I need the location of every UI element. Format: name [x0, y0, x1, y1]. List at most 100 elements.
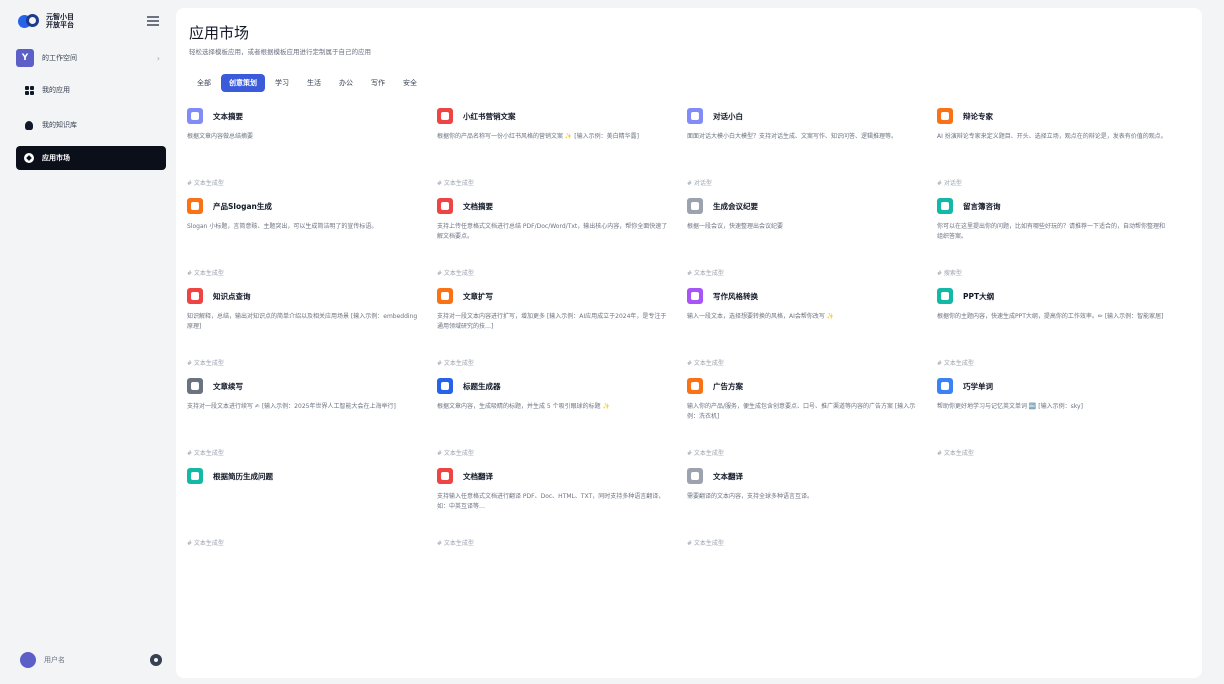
app-card-description: 根据一段会议，快速整理出会议纪要	[687, 223, 784, 230]
app-card[interactable]: 文档摘要 支持上传任意格式文档进行总结 PDF/Doc/Word/Txt，输出核心…	[437, 196, 675, 288]
app-card-header: 文章扩写	[437, 286, 675, 306]
app-card[interactable]: 对话小白 面面对话大模小白大模型？支持对话生成、文案写作、知识问答、逻辑推理等。 #…	[687, 106, 925, 198]
app-card[interactable]: 辩论专家 AI 扮演辩论专家来定义题目、开头、选择立场，观点在的辩论是，发表有价值…	[937, 106, 1175, 198]
brand-line-1: 元智小目	[46, 13, 74, 21]
tab-4[interactable]: 办公	[331, 74, 361, 92]
app-card[interactable]: 产品Slogan生成 Slogan 小标题，言简意赅、主题突出，可以生成简洁明了的…	[187, 196, 425, 288]
main-content: 应用市场 轻松选择模板应用，或者根据模板应用进行定制属于自己的应用 全部 创意策划…	[176, 8, 1202, 678]
app-card[interactable]: PPT大纲根据你的主题内容，快速生成PPT大纲，提高你的工作效率。✏ [输入示例…	[937, 286, 1175, 378]
app-card-title: 小红书营销文案	[463, 111, 516, 121]
app-card-tag: # 文本生成型	[187, 540, 224, 547]
tab-3[interactable]: 生活	[299, 74, 329, 92]
app-card-header: 根据简历生成问题	[187, 466, 425, 486]
app-card-description: 根据你的主题内容，快速生成PPT大纲，提高你的工作效率。✏ [输入示例：智能家居…	[937, 313, 1164, 320]
workspace-switcher[interactable]: Y 的工作空间 ›	[16, 47, 166, 69]
app-card[interactable]: 文章续写支持对一段文本进行续写 ✍ [输入示例：2025年世界人工智能大会在上海…	[187, 376, 425, 468]
app-card[interactable]: 标题生成器 根据文章内容，生成吸睛的标题，并生成 5 个吸引眼球的标题 ✨ # 文本…	[437, 376, 675, 468]
user-profile[interactable]: 用户名	[20, 652, 65, 668]
app-card-tag: # 文本生成型	[437, 540, 474, 547]
tab-6[interactable]: 安全	[395, 74, 425, 92]
brand-logo[interactable]: 元智小目 开放平台	[18, 12, 74, 30]
app-card-tag: # 文本生成型	[437, 270, 474, 277]
app-card-description: 根据文章内容，生成吸睛的标题，并生成 5 个吸引眼球的标题 ✨	[437, 403, 611, 410]
app-card-description: 输入你的产品/服务，便生成包含创意要点、口号、推广渠道等内容的广告方案 [输入示…	[687, 403, 916, 420]
apps-icon	[24, 85, 34, 95]
app-card-description: 输入一段文本，选择想要转换的风格，AI会帮你改写 ✨	[687, 313, 835, 320]
app-card[interactable]: 文档翻译 支持输入任意格式文档进行翻译 PDF、Doc、HTML、TXT，同时支持…	[437, 466, 675, 558]
app-card-title: 文本翻译	[713, 471, 743, 481]
app-icon	[687, 468, 703, 484]
app-card-title: 知识点查询	[213, 291, 251, 301]
app-icon	[937, 108, 953, 124]
sidebar-item-my-apps[interactable]: 我的应用	[16, 78, 166, 102]
app-card-tag: # 文本生成型	[687, 270, 724, 277]
app-icon	[937, 198, 953, 214]
app-card-tag: # 文本生成型	[187, 450, 224, 457]
app-card-header: 广告方案	[687, 376, 925, 396]
app-card-header: 知识点查询	[187, 286, 425, 306]
app-card-description: Slogan 小标题，言简意赅、主题突出，可以生成简洁明了的宣传标语。	[187, 223, 378, 230]
sidebar-item-knowledge-base[interactable]: 我的知识库	[16, 113, 166, 137]
app-card-title: 巧学单词	[963, 381, 993, 391]
gear-icon[interactable]	[150, 654, 162, 666]
app-card[interactable]: 知识点查询 知识解释，总结，输出对知识点的简单介绍以及相关应用场景 [输入示例：e…	[187, 286, 425, 378]
tab-1[interactable]: 创意策划	[221, 74, 265, 92]
app-card-description: 需要翻译的文本内容，支持全球多种语言互译。	[687, 493, 814, 500]
tab-5[interactable]: 写作	[363, 74, 393, 92]
app-card-title: 写作风格转换	[713, 291, 758, 301]
category-tabs: 全部 创意策划 学习 生活 办公 写作 安全	[189, 74, 427, 92]
app-card-title: 文档摘要	[463, 201, 493, 211]
app-icon	[187, 468, 203, 484]
app-icon	[437, 198, 453, 214]
app-card-description: 你可以在这里提出你的问题，比如有哪些好玩的？请推荐一下适合的，自动帮你整理和组织…	[937, 223, 1166, 240]
compass-icon	[24, 153, 34, 163]
app-card-title: 对话小白	[713, 111, 743, 121]
app-card-tag: # 文本生成型	[437, 180, 474, 187]
app-card[interactable]: 巧学单词帮助你更好地学习与记忆英文单词 🔤 [输入示例：sky] # 文本生成型	[937, 376, 1175, 468]
app-card-description: 支持输入任意格式文档进行翻译 PDF、Doc、HTML、TXT，同时支持多种语言…	[437, 493, 665, 510]
app-card-header: 对话小白	[687, 106, 925, 126]
app-card-header: 辩论专家	[937, 106, 1175, 126]
app-card-description: 根据文章内容做总结摘要	[187, 133, 254, 140]
app-card-description	[187, 492, 419, 522]
app-card-header: 写作风格转换	[687, 286, 925, 306]
page-subtitle: 轻松选择模板应用，或者根据模板应用进行定制属于自己的应用	[189, 48, 371, 56]
app-card-description: 根据你的产品名称写一份小红书风格的营销文案 ✨ [输入示例：美白精华露]	[437, 133, 639, 140]
app-card-description: 支持对一段文本内容进行扩写，增加更多 [输入示例：AI应用成立于2024年，是专…	[437, 313, 667, 330]
app-card[interactable]: 文本翻译 需要翻译的文本内容，支持全球多种语言互译。 # 文本生成型	[687, 466, 925, 558]
app-card-title: 生成会议纪要	[713, 201, 758, 211]
app-card[interactable]: 小红书营销文案根据你的产品名称写一份小红书风格的营销文案 ✨ [输入示例：美白精…	[437, 106, 675, 198]
app-card-header: PPT大纲	[937, 286, 1175, 306]
app-card-title: 产品Slogan生成	[213, 201, 272, 211]
app-card-header: 留言簿咨询	[937, 196, 1175, 216]
app-icon	[187, 198, 203, 214]
app-card-title: 广告方案	[713, 381, 743, 391]
app-card-description: 支持对一段文本进行续写 ✍ [输入示例：2025年世界人工智能大会在上海举行]	[187, 403, 396, 410]
sidebar-collapse-icon[interactable]	[147, 16, 159, 26]
brand-line-2: 开放平台	[46, 21, 74, 29]
app-card-description: 面面对话大模小白大模型？支持对话生成、文案写作、知识问答、逻辑推理等。	[687, 133, 898, 140]
page-title: 应用市场	[189, 24, 250, 42]
app-card-title: 根据简历生成问题	[213, 471, 273, 481]
tab-0[interactable]: 全部	[189, 74, 219, 92]
app-card-description: 帮助你更好地学习与记忆英文单词 🔤 [输入示例：sky]	[937, 403, 1083, 410]
app-card-header: 产品Slogan生成	[187, 196, 425, 216]
app-icon	[437, 288, 453, 304]
app-card-tag: # 文本生成型	[937, 450, 974, 457]
app-card[interactable]: 留言簿咨询你可以在这里提出你的问题，比如有哪些好玩的？请推荐一下适合的，自动帮你…	[937, 196, 1175, 288]
app-card[interactable]: 写作风格转换 输入一段文本，选择想要转换的风格，AI会帮你改写 ✨ # 文本生成型	[687, 286, 925, 378]
app-card[interactable]: 文本摘要 根据文章内容做总结摘要 # 文本生成型	[187, 106, 425, 198]
app-card-header: 小红书营销文案	[437, 106, 675, 126]
app-icon	[187, 288, 203, 304]
app-card[interactable]: 广告方案输入你的产品/服务，便生成包含创意要点、口号、推广渠道等内容的广告方案 …	[687, 376, 925, 468]
app-card[interactable]: 文章扩写支持对一段文本内容进行扩写，增加更多 [输入示例：AI应用成立于2024…	[437, 286, 675, 378]
app-card[interactable]: 根据简历生成问题 # 文本生成型	[187, 466, 425, 558]
sidebar-item-label: 我的知识库	[42, 121, 77, 129]
app-card-title: PPT大纲	[963, 291, 995, 301]
workspace-name: 的工作空间	[42, 54, 77, 62]
app-card[interactable]: 生成会议纪要根据一段会议，快速整理出会议纪要 # 文本生成型	[687, 196, 925, 288]
app-card-title: 文章续写	[213, 381, 243, 391]
app-card-title: 文本摘要	[213, 111, 243, 121]
sidebar-item-app-market[interactable]: 应用市场	[16, 146, 166, 170]
tab-2[interactable]: 学习	[267, 74, 297, 92]
